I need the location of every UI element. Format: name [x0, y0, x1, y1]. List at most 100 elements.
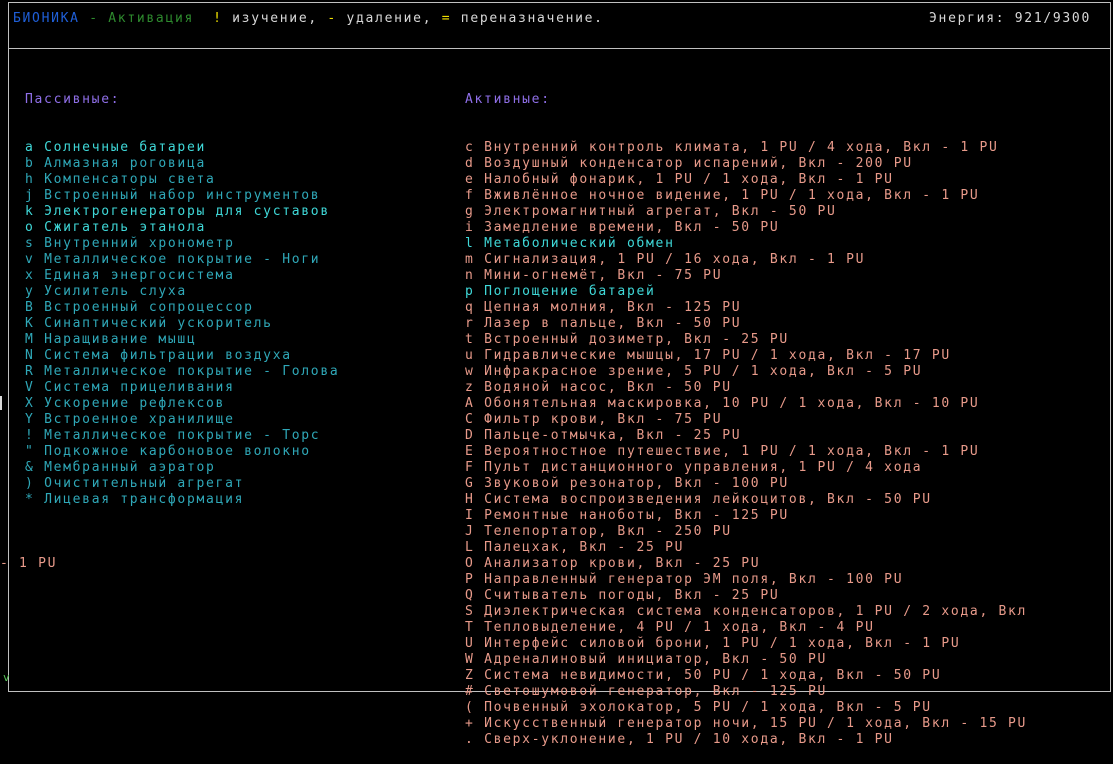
passive-item[interactable]: & Мембранный аэратор — [25, 460, 339, 476]
active-item-name: Лазер в пальце, Вкл - 50 PU — [484, 316, 742, 331]
passive-item-name: Единая энергосистема — [44, 268, 235, 283]
active-item-name: Адреналиновый инициатор, Вкл - 50 PU — [484, 652, 828, 667]
active-item[interactable]: E Вероятностное путешествие, 1 PU / 1 хо… — [465, 444, 1110, 460]
active-item[interactable]: W Адреналиновый инициатор, Вкл - 50 PU — [465, 652, 1110, 668]
passive-item[interactable]: h Компенсаторы света — [25, 172, 339, 188]
active-item[interactable]: c Внутренний контроль климата, 1 PU / 4 … — [465, 140, 1110, 156]
passive-item-name: Металлическое покрытие - Торс — [44, 428, 321, 443]
passive-item[interactable]: ! Металлическое покрытие - Торс — [25, 428, 339, 444]
active-item-name: Анализатор крови, Вкл - 25 PU — [484, 556, 761, 571]
active-item-key: m — [465, 252, 475, 267]
active-item[interactable]: m Сигнализация, 1 PU / 16 хода, Вкл - 1 … — [465, 252, 1110, 268]
active-item[interactable]: T Тепловыделение, 4 PU / 1 хода, Вкл - 4… — [465, 620, 1110, 636]
active-item[interactable]: z Водяной насос, Вкл - 50 PU — [465, 380, 1110, 396]
active-item[interactable]: + Искусственный генератор ночи, 15 PU / … — [465, 716, 1110, 732]
passive-item[interactable]: " Подкожное карбоновое волокно — [25, 444, 339, 460]
passive-item[interactable]: N Система фильтрации воздуха — [25, 348, 339, 364]
passive-item[interactable]: b Алмазная роговица — [25, 156, 339, 172]
active-item[interactable]: l Метаболический обмен — [465, 236, 1110, 252]
active-item[interactable]: P Направленный генератор ЭМ поля, Вкл - … — [465, 572, 1110, 588]
active-item[interactable]: t Встроенный дозиметр, Вкл - 25 PU — [465, 332, 1110, 348]
active-item[interactable]: d Воздушный конденсатор испарений, Вкл -… — [465, 156, 1110, 172]
passive-item[interactable]: X Ускорение рефлексов — [25, 396, 339, 412]
active-item[interactable]: i Замедление времени, Вкл - 50 PU — [465, 220, 1110, 236]
active-item[interactable]: C Фильтр крови, Вкл - 75 PU — [465, 412, 1110, 428]
active-item-key: P — [465, 572, 475, 587]
active-item-name: Мини-огнемёт, Вкл - 75 PU — [484, 268, 723, 283]
active-item-name: Считыватель погоды, Вкл - 25 PU — [484, 588, 780, 603]
active-item[interactable]: r Лазер в пальце, Вкл - 50 PU — [465, 316, 1110, 332]
hint-key-remove[interactable]: - — [327, 11, 337, 26]
active-item[interactable]: I Ремонтные нанoботы, Вкл - 125 PU — [465, 508, 1110, 524]
passive-item[interactable]: ) Очистительный агрегат — [25, 476, 339, 492]
active-item[interactable]: J Телепортатор, Вкл - 250 PU — [465, 524, 1110, 540]
passive-item[interactable]: R Металлическое покрытие - Голова — [25, 364, 339, 380]
active-item[interactable]: Q Считыватель погоды, Вкл - 25 PU — [465, 588, 1110, 604]
overflow-text: - 1 PU — [0, 556, 58, 571]
active-item-key: p — [465, 284, 475, 299]
passive-item[interactable]: B Встроенный сопроцессор — [25, 300, 339, 316]
hint-key-study[interactable]: ! — [213, 11, 223, 26]
passive-item[interactable]: j Встроенный набор инструментов — [25, 188, 339, 204]
active-item[interactable]: Z Система невидимости, 50 PU / 1 хода, В… — [465, 668, 1110, 684]
active-item[interactable]: H Система воспроизведения лейкоцитов, Вк… — [465, 492, 1110, 508]
active-item[interactable]: . Сверх-уклонение, 1 PU / 10 хода, Вкл -… — [465, 732, 1110, 748]
passive-item[interactable]: k Электрогенераторы для суставов — [25, 204, 339, 220]
active-item-key: # — [465, 684, 475, 699]
passive-item-key: ) — [25, 476, 35, 491]
passive-item[interactable]: a Солнечные батареи — [25, 140, 339, 156]
passive-item-name: Система прицеливания — [44, 380, 235, 395]
passive-item-key: " — [25, 444, 35, 459]
active-item-key: J — [465, 524, 475, 539]
energy-readout: Энергия: 921/9300 — [929, 11, 1091, 26]
passive-item[interactable]: V Система прицеливания — [25, 380, 339, 396]
active-item-key: G — [465, 476, 475, 491]
passive-item-name: Электрогенераторы для суставов — [44, 204, 330, 219]
passive-item[interactable]: x Единая энергосистема — [25, 268, 339, 284]
active-item-name: Пульт дистанционного управления, 1 PU / … — [484, 460, 923, 475]
active-item[interactable]: A Обонятельная маскировка, 10 PU / 1 ход… — [465, 396, 1110, 412]
active-item[interactable]: q Цепная молния, Вкл - 125 PU — [465, 300, 1110, 316]
active-item[interactable]: S Диэлектрическая система конденсаторов,… — [465, 604, 1110, 620]
hint-key-reassign[interactable]: = — [442, 11, 452, 26]
active-item[interactable]: D Пальце-отмычка, Вкл - 25 PU — [465, 428, 1110, 444]
passive-item[interactable]: K Синаптический ускоритель — [25, 316, 339, 332]
passive-item-key: M — [25, 332, 35, 347]
active-item[interactable]: f Вживлённое ночное видение, 1 PU / 1 хо… — [465, 188, 1110, 204]
active-item-name: Фильтр крови, Вкл - 75 PU — [484, 412, 723, 427]
passive-item[interactable]: M Наращивание мышц — [25, 332, 339, 348]
active-item-name: Инфракрасное зрение, 5 PU / 1 хода, Вкл … — [484, 364, 923, 379]
active-item-key: . — [465, 732, 475, 747]
active-item[interactable]: # Светошумовой генератор, Вкл - 125 PU — [465, 684, 1110, 700]
active-item[interactable]: p Поглощение батарей — [465, 284, 1110, 300]
active-item[interactable]: O Анализатор крови, Вкл - 25 PU — [465, 556, 1110, 572]
passive-item[interactable]: Y Встроенное хранилище — [25, 412, 339, 428]
passive-item[interactable]: * Лицевая трансформация — [25, 492, 339, 508]
active-item-key: z — [465, 380, 475, 395]
passive-item[interactable]: s Внутренний хронометр — [25, 236, 339, 252]
active-item[interactable]: u Гидравлические мышцы, 17 PU / 1 хода, … — [465, 348, 1110, 364]
active-item[interactable]: G Звуковой резонатор, Вкл - 100 PU — [465, 476, 1110, 492]
active-item-key: O — [465, 556, 475, 571]
passive-item[interactable]: o Сжигатель этанола — [25, 220, 339, 236]
passive-item-name: Встроенный набор инструментов — [44, 188, 321, 203]
passive-item-name: Наращивание мышц — [44, 332, 197, 347]
active-item-key: f — [465, 188, 475, 203]
passive-item-key: X — [25, 396, 35, 411]
passive-item-name: Подкожное карбоновое волокно — [44, 444, 311, 459]
passive-item[interactable]: y Усилитель слуха — [25, 284, 339, 300]
active-item[interactable]: U Интерфейс силовой брони, 1 PU / 1 хода… — [465, 636, 1110, 652]
passive-item-name: Встроенный сопроцессор — [44, 300, 254, 315]
active-item[interactable]: w Инфракрасное зрение, 5 PU / 1 хода, Вк… — [465, 364, 1110, 380]
active-item[interactable]: n Мини-огнемёт, Вкл - 75 PU — [465, 268, 1110, 284]
active-item[interactable]: e Налобный фонарик, 1 PU / 1 хода, Вкл -… — [465, 172, 1110, 188]
active-item[interactable]: g Электромагнитный агрегат, Вкл - 50 PU — [465, 204, 1110, 220]
active-item-name: Пальце-отмычка, Вкл - 25 PU — [484, 428, 742, 443]
active-item[interactable]: L Палецхак, Вкл - 25 PU — [465, 540, 1110, 556]
passive-item[interactable]: v Металлическое покрытие - Ноги — [25, 252, 339, 268]
active-item-key: U — [465, 636, 475, 651]
active-item[interactable]: F Пульт дистанционного управления, 1 PU … — [465, 460, 1110, 476]
active-item-key: e — [465, 172, 475, 187]
active-item[interactable]: ( Почвенный эхолокатор, 5 PU / 1 хода, В… — [465, 700, 1110, 716]
active-item-name: Воздушный конденсатор испарений, Вкл - 2… — [484, 156, 913, 171]
